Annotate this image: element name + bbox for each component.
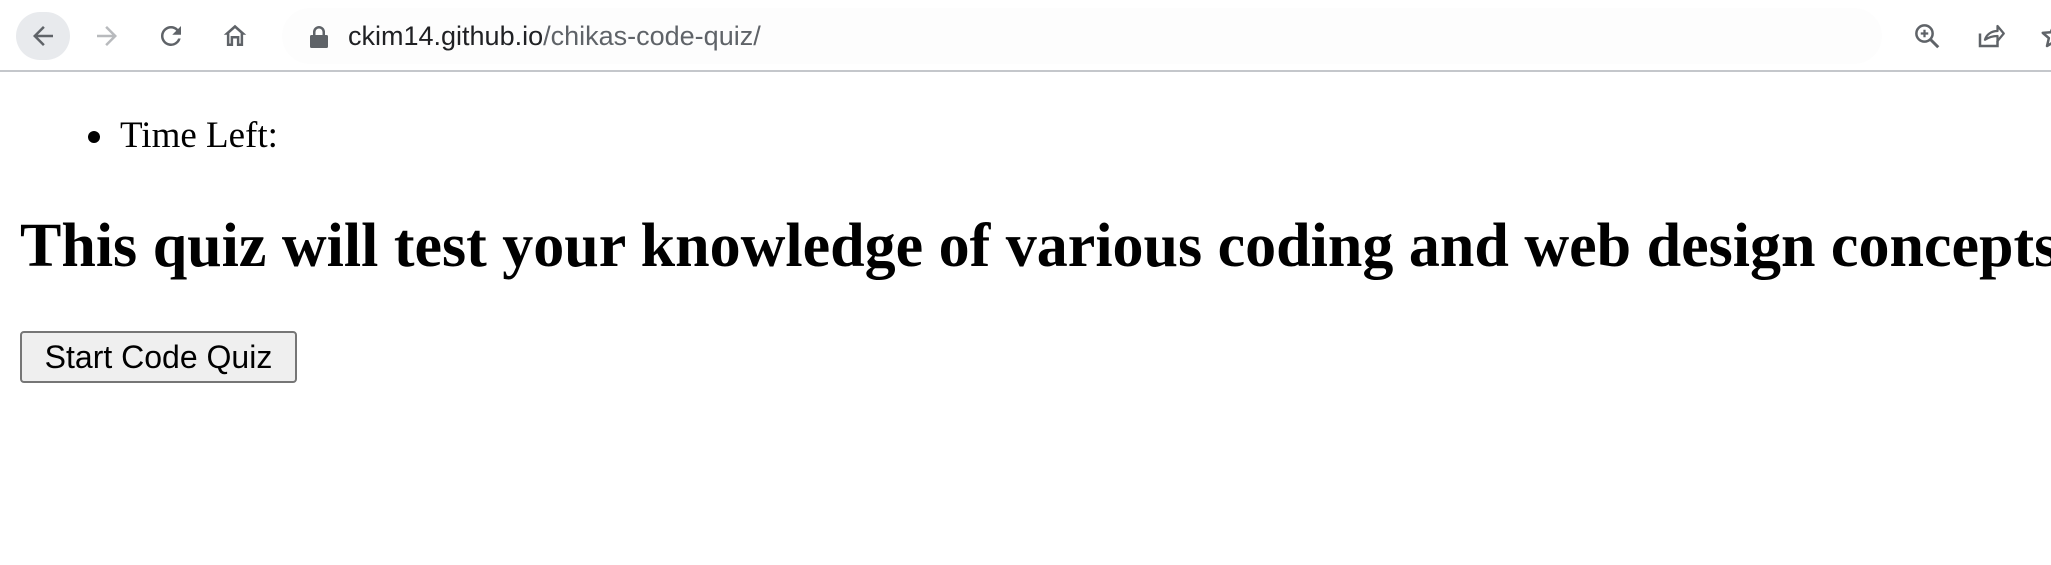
- url-path: /chikas-code-quiz/: [543, 21, 761, 51]
- start-quiz-button[interactable]: Start Code Quiz: [20, 331, 297, 383]
- zoom-button[interactable]: [1905, 14, 1949, 58]
- zoom-icon: [1915, 24, 1940, 49]
- timer-label: Time Left:: [120, 115, 278, 156]
- forward-arrow-icon: [97, 26, 117, 46]
- lock-icon[interactable]: [308, 25, 330, 49]
- bullet-icon: [88, 131, 100, 143]
- share-button[interactable]: [1968, 14, 2012, 58]
- home-button[interactable]: [208, 12, 262, 60]
- back-arrow-icon: [33, 26, 53, 46]
- reload-button[interactable]: [144, 12, 198, 60]
- browser-toolbar: ckim14.github.io/chikas-code-quiz/: [0, 0, 2051, 72]
- timer-list: Time Left:: [88, 114, 278, 158]
- bookmark-star-icon: [2041, 28, 2051, 48]
- url-text[interactable]: ckim14.github.io/chikas-code-quiz/: [348, 8, 761, 64]
- address-bar[interactable]: ckim14.github.io/chikas-code-quiz/: [282, 8, 1882, 64]
- timer-item: Time Left:: [88, 114, 278, 158]
- bookmark-button[interactable]: [2032, 14, 2051, 58]
- back-button[interactable]: [16, 12, 70, 60]
- url-host: ckim14.github.io: [348, 21, 544, 51]
- reload-icon: [160, 25, 181, 46]
- home-icon: [223, 24, 247, 46]
- page-heading: This quiz will test your knowledge of va…: [20, 212, 2051, 280]
- share-icon: [1978, 24, 2005, 48]
- forward-button[interactable]: [80, 12, 134, 60]
